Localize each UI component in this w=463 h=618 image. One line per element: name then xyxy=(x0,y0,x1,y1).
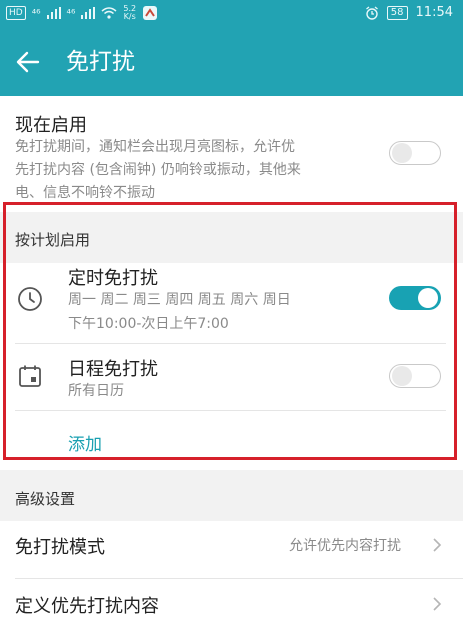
calendar-dnd-subtitle: 所有日历 xyxy=(68,383,124,399)
clock-time: 11:54 xyxy=(415,5,453,20)
priority-content-title: 定义优先打扰内容 xyxy=(15,596,159,617)
status-bar: HD ⁴⁶ ⁴⁶ 5.2 K/s 58 11:54 xyxy=(0,0,463,28)
schedule-section-label: 按计划启用 xyxy=(15,231,91,249)
now-enable-desc-line3: 电、信息不响铃不振动 xyxy=(15,185,155,201)
clock-icon xyxy=(18,287,42,311)
net-speed-unit: K/s xyxy=(123,12,136,21)
timed-dnd-time-range: 下午10:00-次日上午7:00 xyxy=(68,316,229,332)
calendar-dnd-title: 日程免打扰 xyxy=(68,359,158,380)
page-title: 免打扰 xyxy=(66,49,135,75)
cell-bars-icon xyxy=(46,7,61,19)
status-left: HD ⁴⁶ ⁴⁶ 5.2 K/s xyxy=(6,5,158,21)
divider xyxy=(15,410,446,411)
hd-badge: HD xyxy=(6,6,26,20)
calendar-dnd-toggle[interactable] xyxy=(389,364,441,388)
divider xyxy=(15,343,446,344)
add-schedule-button[interactable]: 添加 xyxy=(68,430,102,455)
signal-icon: ⁴⁶ xyxy=(31,6,41,20)
cell-bars-icon-2 xyxy=(81,7,96,19)
now-enable-desc-line2: 先打扰内容 (包含闹钟) 仍响铃或振动，其他来 xyxy=(15,162,301,178)
chevron-right-icon xyxy=(433,538,442,552)
toggle-knob xyxy=(392,143,412,163)
net-speed: 5.2 K/s xyxy=(123,5,136,21)
dnd-mode-title: 免打扰模式 xyxy=(15,537,105,558)
app-toolbar: 免打扰 xyxy=(0,28,463,96)
timed-dnd-days: 周一 周二 周三 周四 周五 周六 周日 xyxy=(68,292,291,308)
signal-icon-2: ⁴⁶ xyxy=(66,6,76,20)
divider xyxy=(15,578,463,579)
now-enable-title: 现在启用 xyxy=(15,115,87,136)
status-right: 58 11:54 xyxy=(365,5,453,20)
toggle-knob xyxy=(392,366,412,386)
advanced-section-label: 高级设置 xyxy=(15,490,76,508)
now-enable-toggle[interactable] xyxy=(389,141,441,165)
notification-app-icon xyxy=(143,6,158,20)
alarm-icon xyxy=(365,5,378,20)
dnd-mode-value: 允许优先内容打扰 xyxy=(289,538,401,554)
now-enable-desc-line1: 免打扰期间，通知栏会出现月亮图标，允许优 xyxy=(15,139,295,155)
battery-icon: 58 xyxy=(386,5,408,20)
wifi-icon xyxy=(101,7,117,19)
calendar-icon xyxy=(19,365,41,387)
timed-dnd-toggle[interactable] xyxy=(389,286,441,310)
arrow-left-icon[interactable] xyxy=(14,48,42,76)
timed-dnd-title: 定时免打扰 xyxy=(68,268,158,289)
toggle-knob xyxy=(418,288,438,308)
